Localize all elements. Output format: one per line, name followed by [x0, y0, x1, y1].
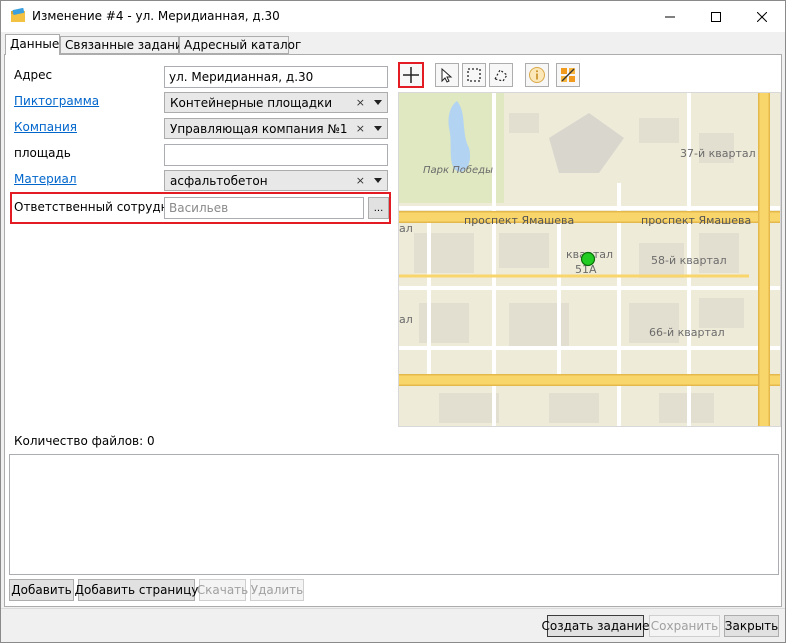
footer-divider: [1, 608, 785, 609]
large-building: [549, 113, 624, 173]
map-label-66: 66-й квартал: [649, 326, 725, 339]
plus-icon: [403, 67, 419, 83]
close-window-button[interactable]: [739, 1, 785, 32]
minimize-icon: [665, 16, 675, 17]
save-button[interactable]: Сохранить: [649, 615, 720, 637]
tab-address-catalog[interactable]: Адресный каталог: [179, 36, 301, 54]
info-button[interactable]: [525, 63, 549, 87]
area-label: площадь: [14, 146, 71, 160]
maximize-button[interactable]: [693, 1, 739, 32]
address-field[interactable]: ул. Меридианная, д.30: [164, 66, 388, 88]
polygon-select-button[interactable]: [489, 63, 513, 87]
map-view[interactable]: Парк Победы 37-й квартал проспект Ямашев…: [398, 92, 781, 427]
area-field[interactable]: [164, 144, 388, 166]
rect-select-icon: [467, 68, 481, 82]
company-link[interactable]: Компания: [14, 120, 77, 134]
map-label-edge-bottom: ал: [399, 313, 413, 326]
chevron-down-icon[interactable]: [374, 100, 382, 105]
dialog-window: Изменение #4 - ул. Меридианная, д.30 Дан…: [0, 0, 786, 643]
create-task-button[interactable]: Создать задание: [541, 615, 650, 637]
chevron-down-icon[interactable]: [374, 126, 382, 131]
pictogram-select[interactable]: Контейнерные площадки ×: [164, 92, 388, 113]
add-point-button[interactable]: [398, 62, 424, 88]
rect-select-button[interactable]: [462, 63, 486, 87]
location-marker[interactable]: [580, 251, 596, 267]
title-bar: Изменение #4 - ул. Меридианная, д.30: [1, 1, 785, 32]
company-select[interactable]: Управляющая компания №1 ×: [164, 118, 388, 139]
window-title: Изменение #4 - ул. Меридианная, д.30: [32, 9, 280, 23]
polygon-select-icon: [494, 69, 508, 82]
responsible-label: Ответственный сотрудник: [14, 200, 184, 214]
map-label-park: Парк Победы: [423, 164, 493, 176]
delete-button[interactable]: Удалить: [250, 579, 304, 601]
close-icon: [757, 11, 767, 22]
download-button[interactable]: Скачать: [197, 579, 248, 601]
clear-icon[interactable]: ×: [356, 96, 365, 109]
pointer-icon: [441, 67, 453, 83]
material-value: асфальтобетон: [170, 174, 268, 188]
folder-app-icon: [11, 8, 25, 22]
chevron-down-icon[interactable]: [374, 178, 382, 183]
info-icon: [529, 67, 545, 83]
material-select[interactable]: асфальтобетон ×: [164, 170, 388, 191]
responsible-field[interactable]: Васильев: [164, 197, 364, 219]
close-button[interactable]: Закрыть: [724, 615, 779, 637]
fit-extent-icon: [561, 68, 575, 82]
browse-button[interactable]: ...: [368, 197, 389, 219]
tab-data[interactable]: Данные: [5, 34, 60, 55]
map-label-prospect-left: проспект Ямашева: [464, 214, 574, 227]
maximize-icon: [711, 11, 721, 22]
fit-extent-button[interactable]: [556, 63, 580, 87]
add-button[interactable]: Добавить: [9, 579, 74, 601]
clear-icon[interactable]: ×: [356, 122, 365, 135]
pictogram-link[interactable]: Пиктограмма: [14, 94, 99, 108]
map-label-37: 37-й квартал: [680, 147, 756, 160]
address-label: Адрес: [14, 68, 53, 82]
files-list[interactable]: [9, 454, 779, 575]
tab-related-tasks[interactable]: Связанные задания: [60, 36, 190, 54]
clear-icon[interactable]: ×: [356, 174, 365, 187]
map-label-prospect-right: проспект Ямашева: [641, 214, 751, 227]
pictogram-value: Контейнерные площадки: [170, 96, 333, 110]
files-count-label: Количество файлов: 0: [14, 434, 155, 448]
company-value: Управляющая компания №1: [170, 122, 348, 136]
map-label-58: 58-й квартал: [651, 254, 727, 267]
select-pointer-button[interactable]: [435, 63, 459, 87]
minimize-button[interactable]: [647, 1, 693, 32]
add-page-button[interactable]: Добавить страницу: [75, 579, 198, 601]
map-canvas[interactable]: Парк Победы 37-й квартал проспект Ямашев…: [399, 93, 781, 427]
material-link[interactable]: Материал: [14, 172, 77, 186]
map-label-edge-top: ал: [399, 222, 413, 235]
